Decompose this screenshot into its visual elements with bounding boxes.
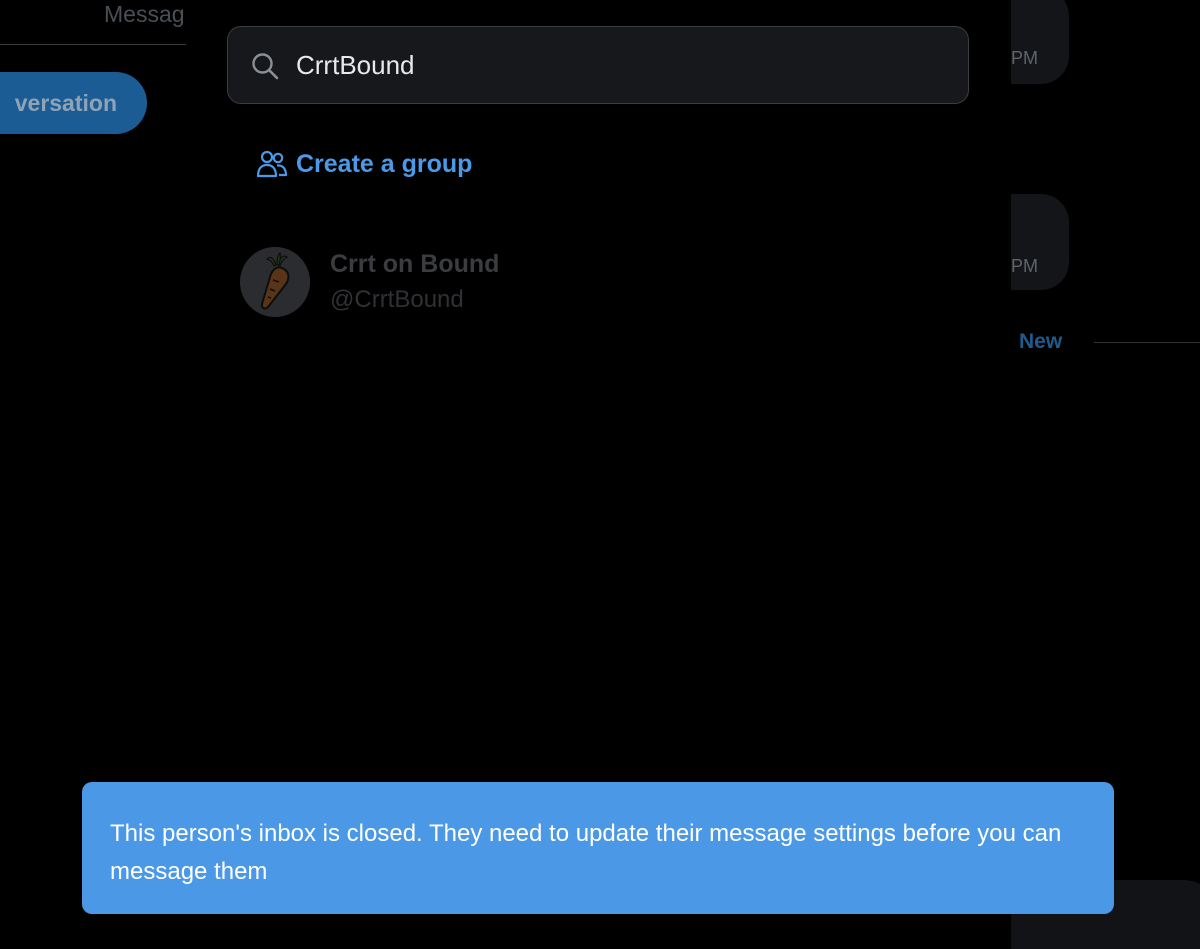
message-bubble: PM — [1011, 0, 1069, 84]
people-search-box[interactable] — [227, 26, 969, 104]
new-conversation-label: versation — [14, 89, 117, 116]
new-messages-divider-label: New — [1019, 330, 1063, 353]
search-icon — [252, 53, 279, 80]
message-time: PM — [1011, 48, 1038, 68]
result-name: Crrt on Bound — [330, 250, 500, 278]
new-messages-divider — [1094, 342, 1200, 343]
toast-message: This person's inbox is closed. They need… — [110, 820, 1062, 885]
create-group-button[interactable]: Create a group — [256, 144, 472, 184]
carrot-avatar — [240, 247, 310, 317]
carrot-icon — [240, 247, 310, 317]
messages-heading: Messag — [104, 1, 185, 27]
inbox-closed-toast: This person's inbox is closed. They need… — [82, 782, 1114, 914]
conversation-list-header: Messag — [0, 0, 186, 45]
search-result-row[interactable]: Crrt on Bound @CrrtBound — [226, 238, 966, 328]
message-time: PM — [1011, 256, 1038, 276]
create-group-label: Create a group — [296, 149, 473, 178]
stage: Messag versation PM PM New CrrtBound Cre… — [0, 0, 1200, 949]
message-bubble: PM — [1011, 194, 1069, 290]
new-conversation-button[interactable]: versation — [0, 72, 147, 134]
people-search-input[interactable] — [296, 45, 936, 85]
group-icon — [256, 150, 288, 178]
result-handle: @CrrtBound — [330, 286, 464, 313]
